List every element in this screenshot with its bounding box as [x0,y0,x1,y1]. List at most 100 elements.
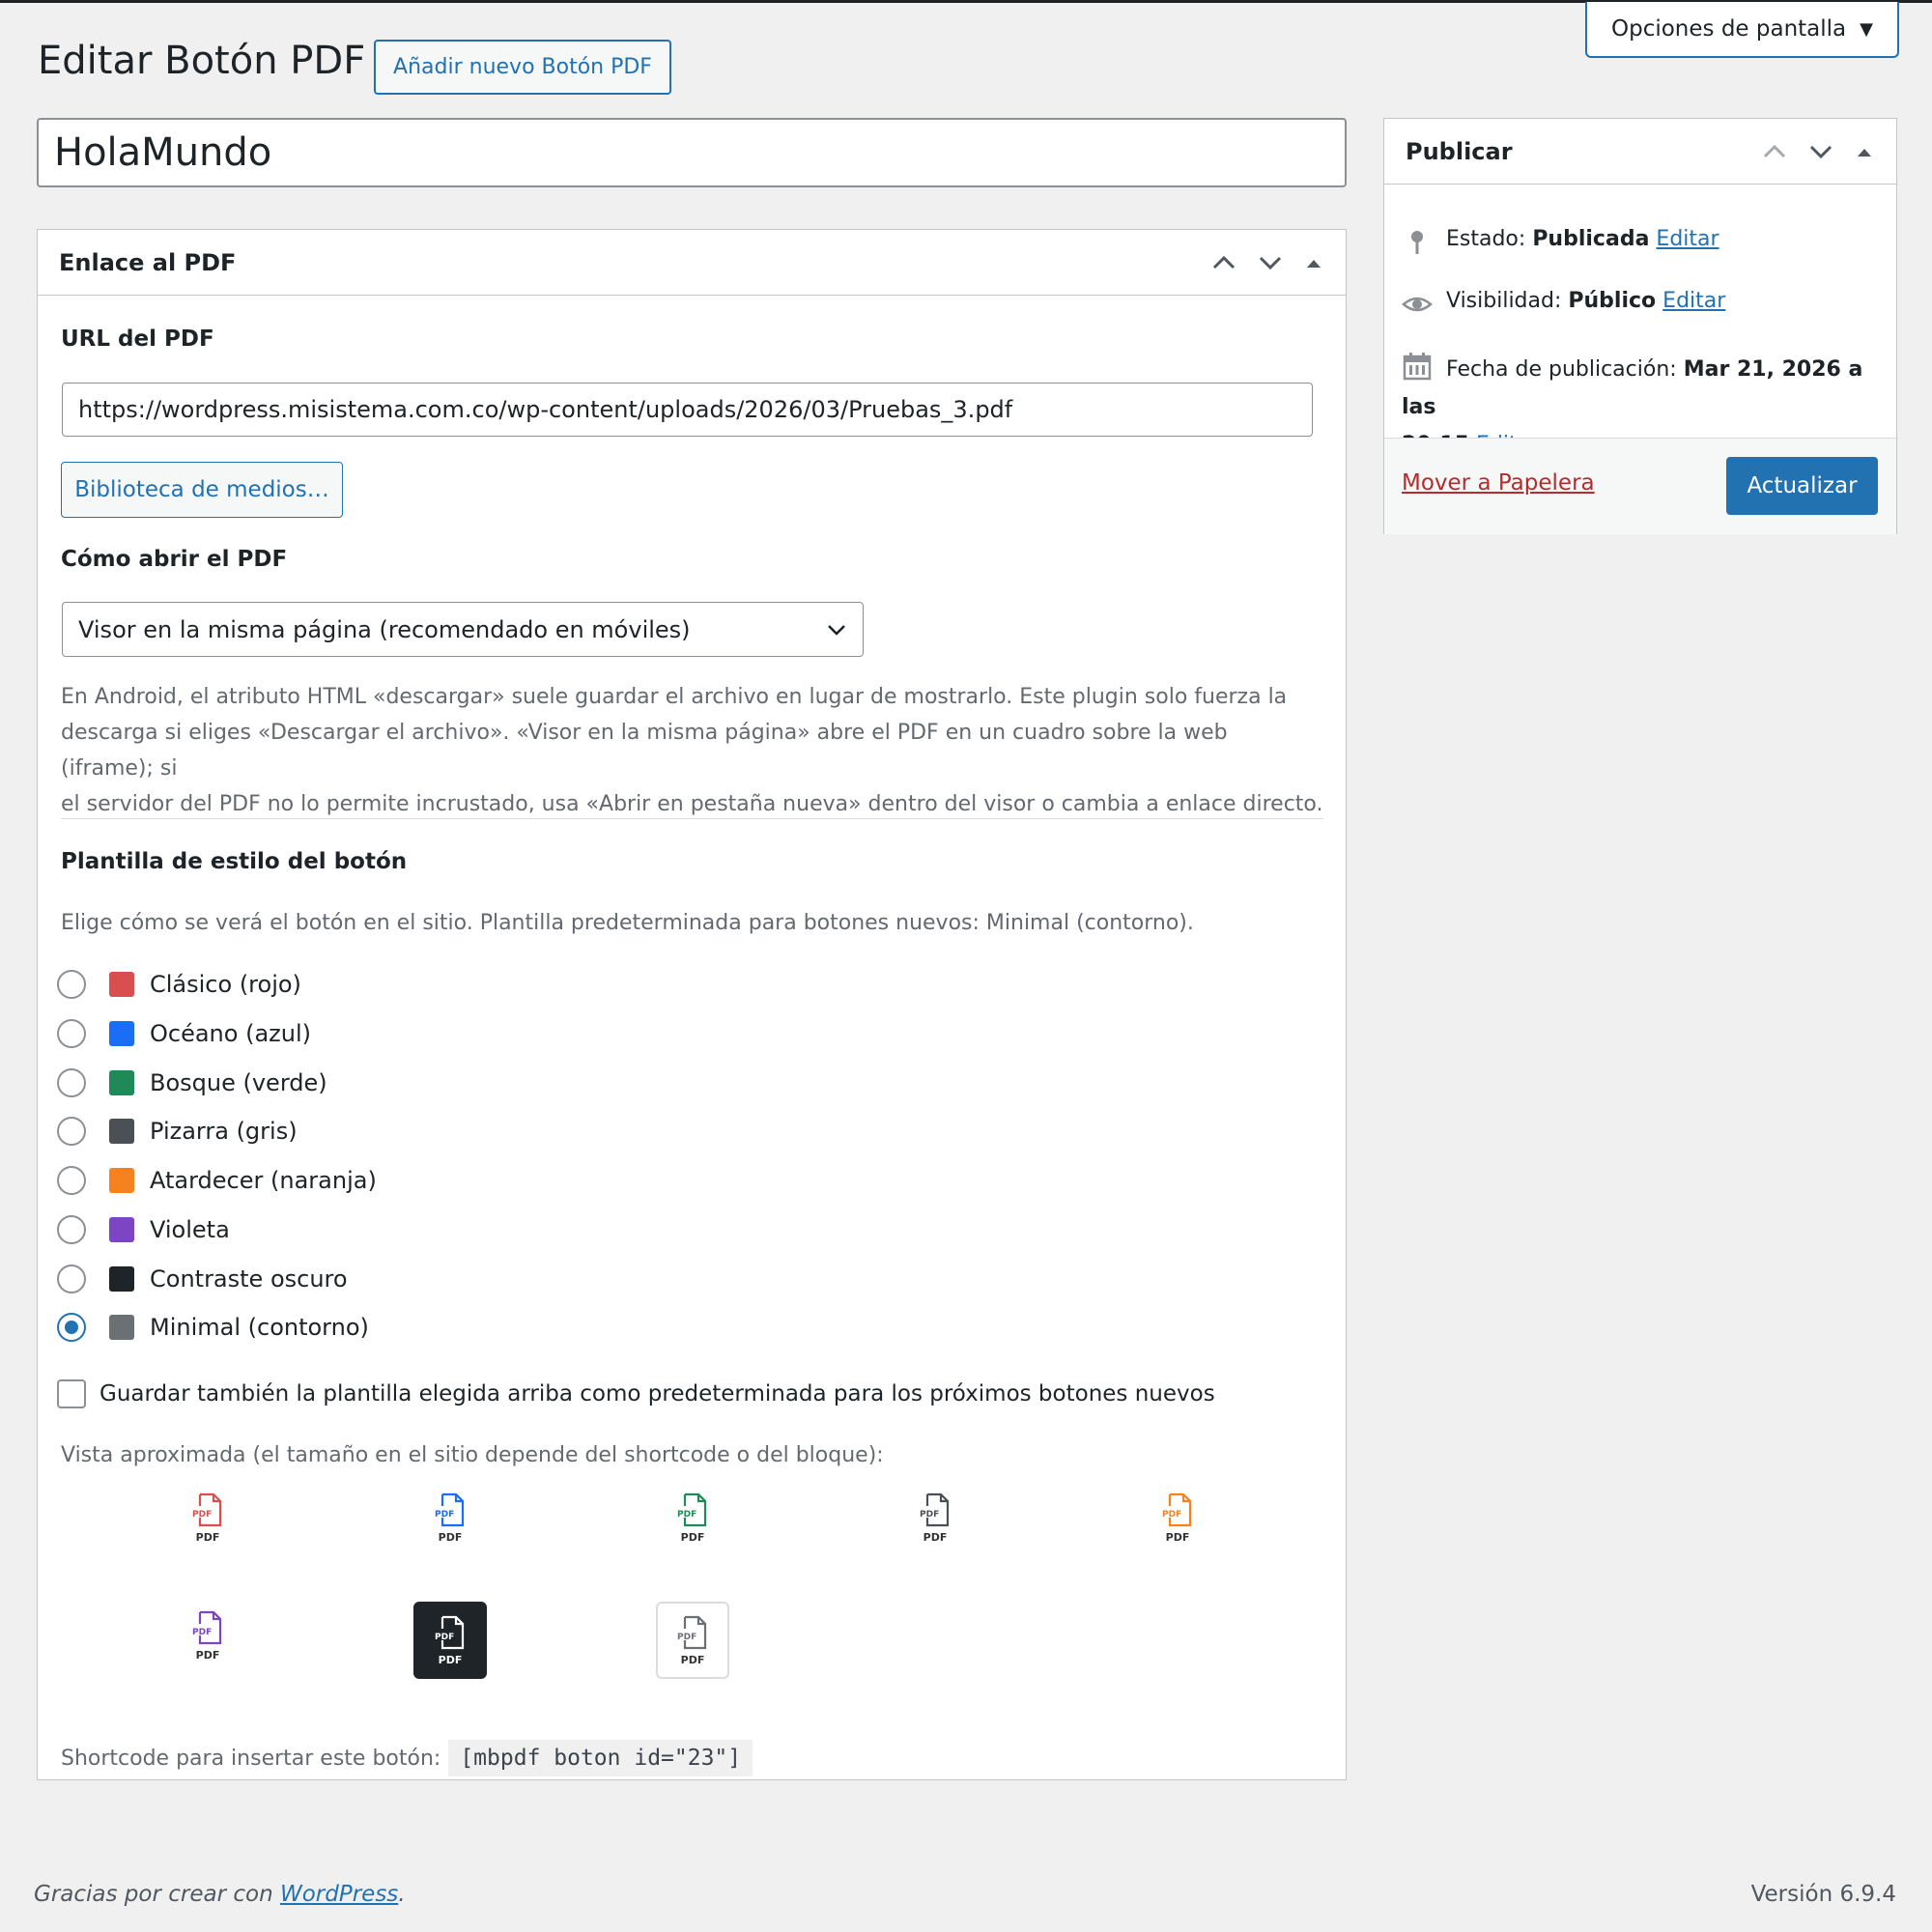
help-line: En Android, el atributo HTML «descargar»… [61,685,1288,709]
template-option[interactable]: Violeta [57,1212,230,1247]
update-button[interactable]: Actualizar [1726,457,1878,515]
edit-visibility-link[interactable]: Editar [1662,289,1725,313]
visibility-value: Público [1568,289,1657,313]
preview-button[interactable]: PDF PDF [1141,1479,1214,1556]
preview-button-label: PDF [680,1530,705,1544]
template-radio[interactable] [57,1215,86,1244]
publish-title: Publicar [1406,137,1513,165]
save-default-option[interactable]: Guardar también la plantilla elegida arr… [57,1379,1215,1408]
pdf-file-icon: PDF [677,1492,707,1526]
collapse-triangle-icon[interactable] [1303,252,1324,273]
pin-icon [1411,231,1423,254]
template-label: Bosque (verde) [150,1069,327,1096]
status-value: Publicada [1532,227,1650,251]
chevron-down-icon[interactable] [1257,249,1284,276]
template-radio[interactable] [57,1166,86,1195]
open-mode-selected: Visor en la misma página (recomendado en… [78,615,691,643]
template-label: Contraste oscuro [150,1265,348,1293]
chevron-up-icon[interactable] [1761,138,1788,165]
color-swatch [109,972,134,997]
open-mode-select[interactable]: Visor en la misma página (recomendado en… [62,602,864,657]
template-label: Minimal (contorno) [150,1314,369,1341]
status-label: Estado: [1446,227,1526,251]
footer-thanks-prefix: Gracias por crear con [34,1882,280,1907]
preview-button[interactable]: PDF PDF [171,1479,244,1556]
triangle-down-icon: ▼ [1860,18,1873,40]
color-swatch [109,1217,134,1242]
pdf-icon-text: PDF [677,1510,696,1520]
screen-options-toggle[interactable]: Opciones de pantalla ▼ [1585,2,1899,58]
pdf-file-icon: PDF [920,1492,950,1526]
template-label: Atardecer (naranja) [150,1167,377,1194]
preview-button[interactable]: PDF PDF [413,1479,487,1556]
color-swatch [109,1070,134,1095]
help-line: descarga si eliges «Descargar el archivo… [61,721,1228,781]
preview-button-label: PDF [680,1653,705,1666]
pdf-icon-text: PDF [192,1510,212,1520]
shortcode-label: Shortcode para insertar este botón: [61,1746,441,1771]
open-mode-help: En Android, el atributo HTML «descargar»… [61,679,1326,822]
preview-button[interactable]: PDF PDF [656,1479,729,1556]
chevron-up-icon[interactable] [1210,249,1237,276]
post-title-input[interactable] [37,118,1347,187]
date-label: Fecha de publicación: [1446,357,1677,382]
template-label: Pizarra (gris) [150,1118,298,1145]
footer-thanks: Gracias por crear con WordPress. [34,1882,406,1907]
preview-button[interactable]: PDF PDF [413,1602,487,1679]
pdf-icon-text: PDF [192,1628,212,1637]
template-option[interactable]: Pizarra (gris) [57,1114,298,1149]
template-radio[interactable] [57,1068,86,1097]
pdf-file-icon: PDF [192,1492,222,1526]
template-radio[interactable] [57,1019,86,1048]
publish-metabox: Publicar Estado: Publicada Editar Visibi… [1383,118,1897,534]
template-option[interactable]: Océano (azul) [57,1016,311,1051]
shortcode-code[interactable]: [mbpdf boton id="23"] [448,1740,753,1776]
template-option[interactable]: Atardecer (naranja) [57,1163,377,1198]
footer-version: Versión 6.9.4 [1750,1882,1896,1907]
template-option[interactable]: Clásico (rojo) [57,967,301,1002]
template-radio[interactable] [57,1313,86,1342]
page-title: Editar Botón PDF [38,39,366,83]
color-swatch [109,1021,134,1046]
save-default-label: Guardar también la plantilla elegida arr… [99,1381,1215,1406]
pdf-url-input[interactable] [62,383,1313,437]
save-default-checkbox[interactable] [57,1379,86,1408]
pdf-file-icon: PDF [192,1610,222,1644]
eye-icon [1402,297,1433,312]
pdf-link-metabox-header: Enlace al PDF [38,230,1346,296]
template-option[interactable]: Minimal (contorno) [57,1310,369,1345]
preview-button[interactable]: PDF PDF [898,1479,972,1556]
pdf-file-icon: PDF [677,1615,707,1649]
color-swatch [109,1119,134,1144]
template-option[interactable]: Bosque (verde) [57,1065,327,1100]
template-radio[interactable] [57,1117,86,1146]
preview-button-label: PDF [195,1648,220,1662]
template-description: Elige cómo se verá el botón en el sitio.… [61,911,1194,935]
template-radio[interactable] [57,1264,86,1293]
template-label: Océano (azul) [150,1020,311,1047]
chevron-down-icon[interactable] [1807,138,1834,165]
pdf-icon-text: PDF [435,1633,454,1642]
edit-status-link[interactable]: Editar [1656,227,1719,251]
pdf-link-metabox: Enlace al PDF URL del PDF Biblioteca de … [37,229,1347,1780]
preview-button[interactable]: PDF PDF [171,1597,244,1674]
template-option[interactable]: Contraste oscuro [57,1262,348,1296]
template-radio[interactable] [57,970,86,999]
pdf-file-icon: PDF [435,1615,465,1649]
open-mode-label: Cómo abrir el PDF [61,547,288,572]
preview-button-label: PDF [923,1530,948,1544]
pdf-icon-text: PDF [677,1633,696,1642]
media-library-button[interactable]: Biblioteca de medios… [61,462,343,518]
wordpress-link[interactable]: WordPress [280,1882,398,1907]
preview-button[interactable]: PDF PDF [656,1602,729,1679]
collapse-triangle-icon[interactable] [1854,141,1875,162]
move-to-trash-link[interactable]: Mover a Papelera [1402,470,1595,496]
publish-metabox-header: Publicar [1384,119,1896,185]
calendar-icon [1403,353,1432,381]
chevron-down-icon [828,624,845,636]
shortcode-row: Shortcode para insertar este botón: [mbp… [61,1740,753,1776]
add-new-button[interactable]: Añadir nuevo Botón PDF [374,40,671,95]
preview-button-label: PDF [438,1530,463,1544]
publish-actions: Mover a Papelera Actualizar [1384,438,1896,534]
preview-button-label: PDF [438,1653,463,1666]
